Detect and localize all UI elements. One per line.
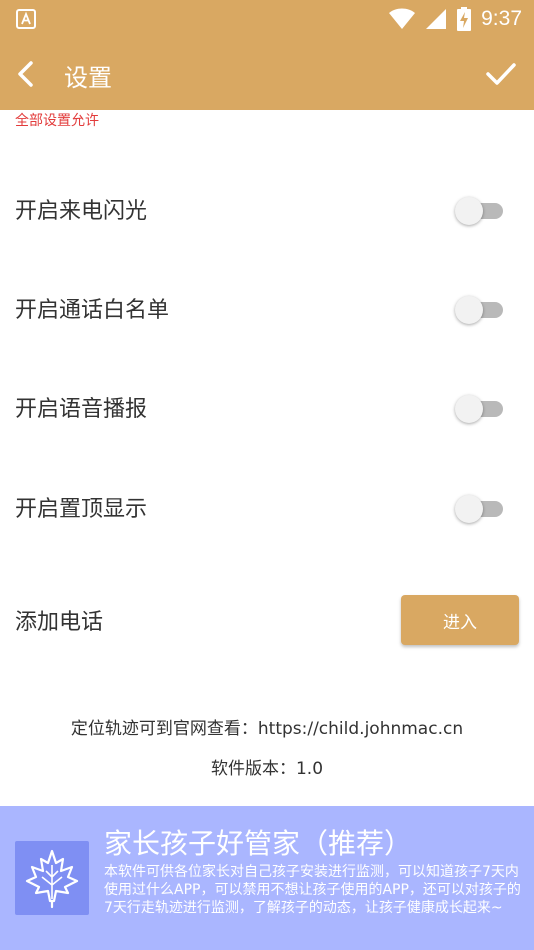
incoming-call-flash-toggle[interactable] (455, 196, 503, 225)
call-whitelist-toggle[interactable] (455, 295, 503, 324)
setting-row-incoming-call-flash: 开启来电闪光 (0, 178, 534, 238)
setting-row-pin-on-top: 开启置顶显示 (0, 476, 534, 536)
banner-description: 本软件可供各位家长对自己孩子安装进行监测，可以知道孩子7天内使用过什么APP，可… (104, 864, 521, 916)
confirm-check-icon[interactable] (482, 55, 520, 93)
setting-row-voice-broadcast: 开启语音播报 (0, 376, 534, 436)
track-website-info: 定位轨迹可到官网查看：https://child.johnmac.cn (70, 719, 464, 739)
software-version: 软件版本：1.0 (210, 759, 324, 779)
voice-broadcast-toggle[interactable] (455, 394, 503, 423)
wifi-icon (389, 8, 416, 29)
app-notification-icon (16, 9, 36, 29)
toggle-thumb (455, 296, 483, 324)
toggle-thumb (455, 495, 483, 523)
battery-charging-icon (457, 7, 472, 31)
status-indicators: 9:37 (389, 0, 522, 38)
maple-leaf-icon (25, 849, 79, 909)
promo-banner[interactable]: 家长孩子好管家（推荐） 本软件可供各位家长对自己孩子安装进行监测，可以知道孩子7… (0, 806, 534, 950)
status-bar: 9:37 (0, 0, 534, 38)
toggle-thumb (455, 197, 483, 225)
app-logo (15, 841, 89, 915)
status-time: 9:37 (481, 7, 522, 30)
app-bar: 设置 (0, 38, 534, 110)
pin-on-top-toggle[interactable] (455, 494, 503, 523)
setting-row-call-whitelist: 开启通话白名单 (0, 277, 534, 337)
banner-title: 家长孩子好管家（推荐） (104, 827, 413, 860)
all-settings-allowed-notice: 全部设置允许 (15, 113, 99, 129)
page-title: 设置 (64, 64, 112, 92)
add-phone-label: 添加电话 (15, 610, 104, 635)
enter-button[interactable]: 进入 (401, 595, 519, 645)
signal-icon (426, 9, 447, 29)
back-arrow-icon[interactable] (10, 55, 46, 93)
setting-label: 开启语音播报 (15, 397, 148, 422)
setting-label: 开启来电闪光 (15, 199, 148, 224)
toggle-thumb (455, 395, 483, 423)
setting-label: 开启置顶显示 (15, 497, 148, 522)
setting-label: 开启通话白名单 (15, 298, 170, 323)
